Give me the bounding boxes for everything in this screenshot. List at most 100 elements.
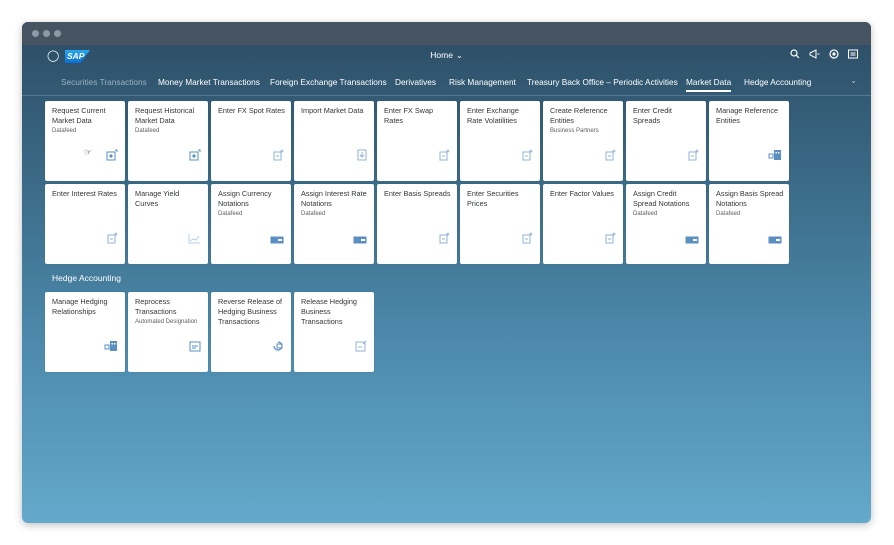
tab-risk-management[interactable]: Risk Management (449, 77, 516, 87)
tile-title: Enter Securities Prices (467, 189, 535, 209)
anchor-navigation-bar: Securities Transactions Money Market Tra… (22, 72, 871, 96)
tile-title-text: Import Market Data (301, 106, 364, 115)
tile-title: Reverse Release of Hedging Business Tran… (218, 297, 286, 327)
tile-release-hedging-business-transactions[interactable]: Release Hedging Business Transactions (294, 292, 374, 372)
tile-title: Manage Hedging Relationships (52, 297, 120, 317)
add-document-icon (439, 232, 450, 247)
add-document-icon (605, 149, 616, 164)
tile-title-text: Manage Reference Entities (716, 106, 779, 125)
tile-enter-fx-swap-rates[interactable]: Enter FX Swap Rates (377, 101, 457, 181)
menu-icon[interactable] (848, 49, 858, 63)
tile-title: Enter Interest Rates (52, 189, 120, 199)
tab-market-data[interactable]: Market Data (686, 77, 732, 92)
tile-enter-fx-spot-rates[interactable]: Enter FX Spot Rates (211, 101, 291, 181)
tile-title-text: Manage Yield Curves (135, 189, 180, 208)
home-menu[interactable]: Home ⌄ (22, 50, 871, 60)
tile-reprocess-transactions[interactable]: Reprocess Transactions Automated Designat… (128, 292, 208, 372)
tile-enter-basis-spreads[interactable]: Enter Basis Spreads (377, 184, 457, 264)
tile-enter-credit-spreads[interactable]: Enter Credit Spreads (626, 101, 706, 181)
group-title-hedge-accounting: Hedge Accounting (52, 273, 121, 283)
download-file-icon (106, 149, 118, 164)
tile-assign-interest-rate-notations[interactable]: Assign Interest Rate Notations Datafeed (294, 184, 374, 264)
tile-title: Reprocess Transactions Automated Designat… (135, 297, 203, 327)
tile-request-historical-market-data[interactable]: Request Historical Market Data Datafeed (128, 101, 208, 181)
chevron-down-icon: ⌄ (455, 51, 463, 60)
browser-window: ◯ SAP Home ⌄ Securities Transactions Mone… (22, 22, 871, 523)
tile-title: Assign Credit Spread Notations Datafeed (633, 189, 701, 219)
tile-request-current-market-data[interactable]: Request Current Market Data Datafeed (45, 101, 125, 181)
tile-enter-exchange-rate-volatilities[interactable]: Enter Exchange Rate Volatilities (460, 101, 540, 181)
tile-enter-factor-values[interactable]: Enter Factor Values (543, 184, 623, 264)
tile-title-text: Request Current Market Data (52, 106, 106, 125)
add-document-icon (688, 149, 699, 164)
tile-enter-securities-prices[interactable]: Enter Securities Prices (460, 184, 540, 264)
tile-assign-currency-notations[interactable]: Assign Currency Notations Datafeed (211, 184, 291, 264)
tile-assign-basis-spread-notations[interactable]: Assign Basis Spread Notations Datafeed (709, 184, 789, 264)
tile-title: Assign Currency Notations Datafeed (218, 189, 286, 219)
tile-title: Enter Factor Values (550, 189, 618, 199)
tile-title: Enter Exchange Rate Volatilities (467, 106, 535, 126)
tab-securities-transactions[interactable]: Securities Transactions (61, 77, 147, 87)
tab-treasury-back-office[interactable]: Treasury Back Office – Periodic Activiti… (527, 77, 678, 87)
tile-title: Manage Reference Entities (716, 106, 784, 126)
tile-manage-hedging-relationships[interactable]: Manage Hedging Relationships (45, 292, 125, 372)
tile-import-market-data[interactable]: Import Market Data (294, 101, 374, 181)
tile-title: Assign Interest Rate Notations Datafeed (301, 189, 369, 219)
tile-subtitle: Business Partners (550, 128, 599, 134)
window-dot[interactable] (54, 30, 61, 37)
tile-title-text: Reverse Release of Hedging Business Tran… (218, 297, 283, 326)
tile-manage-yield-curves[interactable]: Manage Yield Curves (128, 184, 208, 264)
tile-title-text: Enter Interest Rates (52, 189, 117, 198)
tile-assign-credit-spread-notations[interactable]: Assign Credit Spread Notations Datafeed (626, 184, 706, 264)
tile-title: Enter Credit Spreads (633, 106, 701, 126)
window-dot[interactable] (43, 30, 50, 37)
card-icon (270, 235, 284, 247)
tile-create-reference-entities[interactable]: Create Reference Entities Business Partne… (543, 101, 623, 181)
megaphone-icon[interactable] (809, 49, 820, 63)
tile-title: Enter Basis Spreads (384, 189, 452, 199)
tile-title-text: Enter Factor Values (550, 189, 614, 198)
tile-title: Release Hedging Business Transactions (301, 297, 369, 327)
tile-subtitle: Datafeed (716, 211, 741, 217)
line-chart-icon (188, 233, 201, 247)
card-icon (768, 235, 782, 247)
tile-title: Enter FX Swap Rates (384, 106, 452, 126)
tile-title: Create Reference Entities Business Partne… (550, 106, 618, 136)
tile-subtitle: Datafeed (218, 211, 243, 217)
import-document-icon (357, 149, 367, 164)
shell-bar: ◯ SAP Home ⌄ (22, 45, 871, 69)
add-document-icon (522, 232, 533, 247)
search-icon[interactable] (790, 49, 800, 63)
tile-title: Request Historical Market Data Datafeed (135, 106, 203, 136)
tile-subtitle: Datafeed (633, 211, 658, 217)
tile-subtitle: Datafeed (301, 211, 326, 217)
tile-title-text: Create Reference Entities (550, 106, 608, 125)
tile-manage-reference-entities[interactable]: Manage Reference Entities (709, 101, 789, 181)
tile-title-text: Enter FX Spot Rates (218, 106, 285, 115)
add-document-icon (522, 149, 533, 164)
copilot-icon[interactable] (829, 49, 839, 63)
card-icon (685, 235, 699, 247)
mouse-cursor-icon: ☞ (84, 147, 93, 157)
tile-title-text: Assign Interest Rate Notations (301, 189, 367, 208)
tile-title: Manage Yield Curves (135, 189, 203, 209)
tile-reverse-release-of-hedging-business-transactions[interactable]: Reverse Release of Hedging Business Tran… (211, 292, 291, 372)
tab-foreign-exchange-transactions[interactable]: Foreign Exchange Transactions (270, 77, 387, 87)
calendar-icon (189, 340, 201, 355)
document-edit-icon (355, 340, 367, 355)
building-link-icon (768, 149, 782, 164)
tab-derivatives[interactable]: Derivatives (395, 77, 436, 87)
tile-enter-interest-rates[interactable]: Enter Interest Rates (45, 184, 125, 264)
chevron-down-icon[interactable]: ⌄ (850, 76, 857, 85)
tile-title: Enter FX Spot Rates (218, 106, 286, 116)
tab-hedge-accounting[interactable]: Hedge Accounting (744, 77, 811, 87)
tile-title-text: Assign Credit Spread Notations (633, 189, 690, 208)
tab-money-market-transactions[interactable]: Money Market Transactions (158, 77, 260, 87)
tile-title-text: Manage Hedging Relationships (52, 297, 108, 316)
add-document-icon (605, 232, 616, 247)
tile-title-text: Request Historical Market Data (135, 106, 195, 125)
undo-icon (272, 340, 284, 355)
window-dot[interactable] (32, 30, 39, 37)
tile-title-text: Enter Credit Spreads (633, 106, 672, 125)
tile-title-text: Assign Basis Spread Notations (716, 189, 784, 208)
